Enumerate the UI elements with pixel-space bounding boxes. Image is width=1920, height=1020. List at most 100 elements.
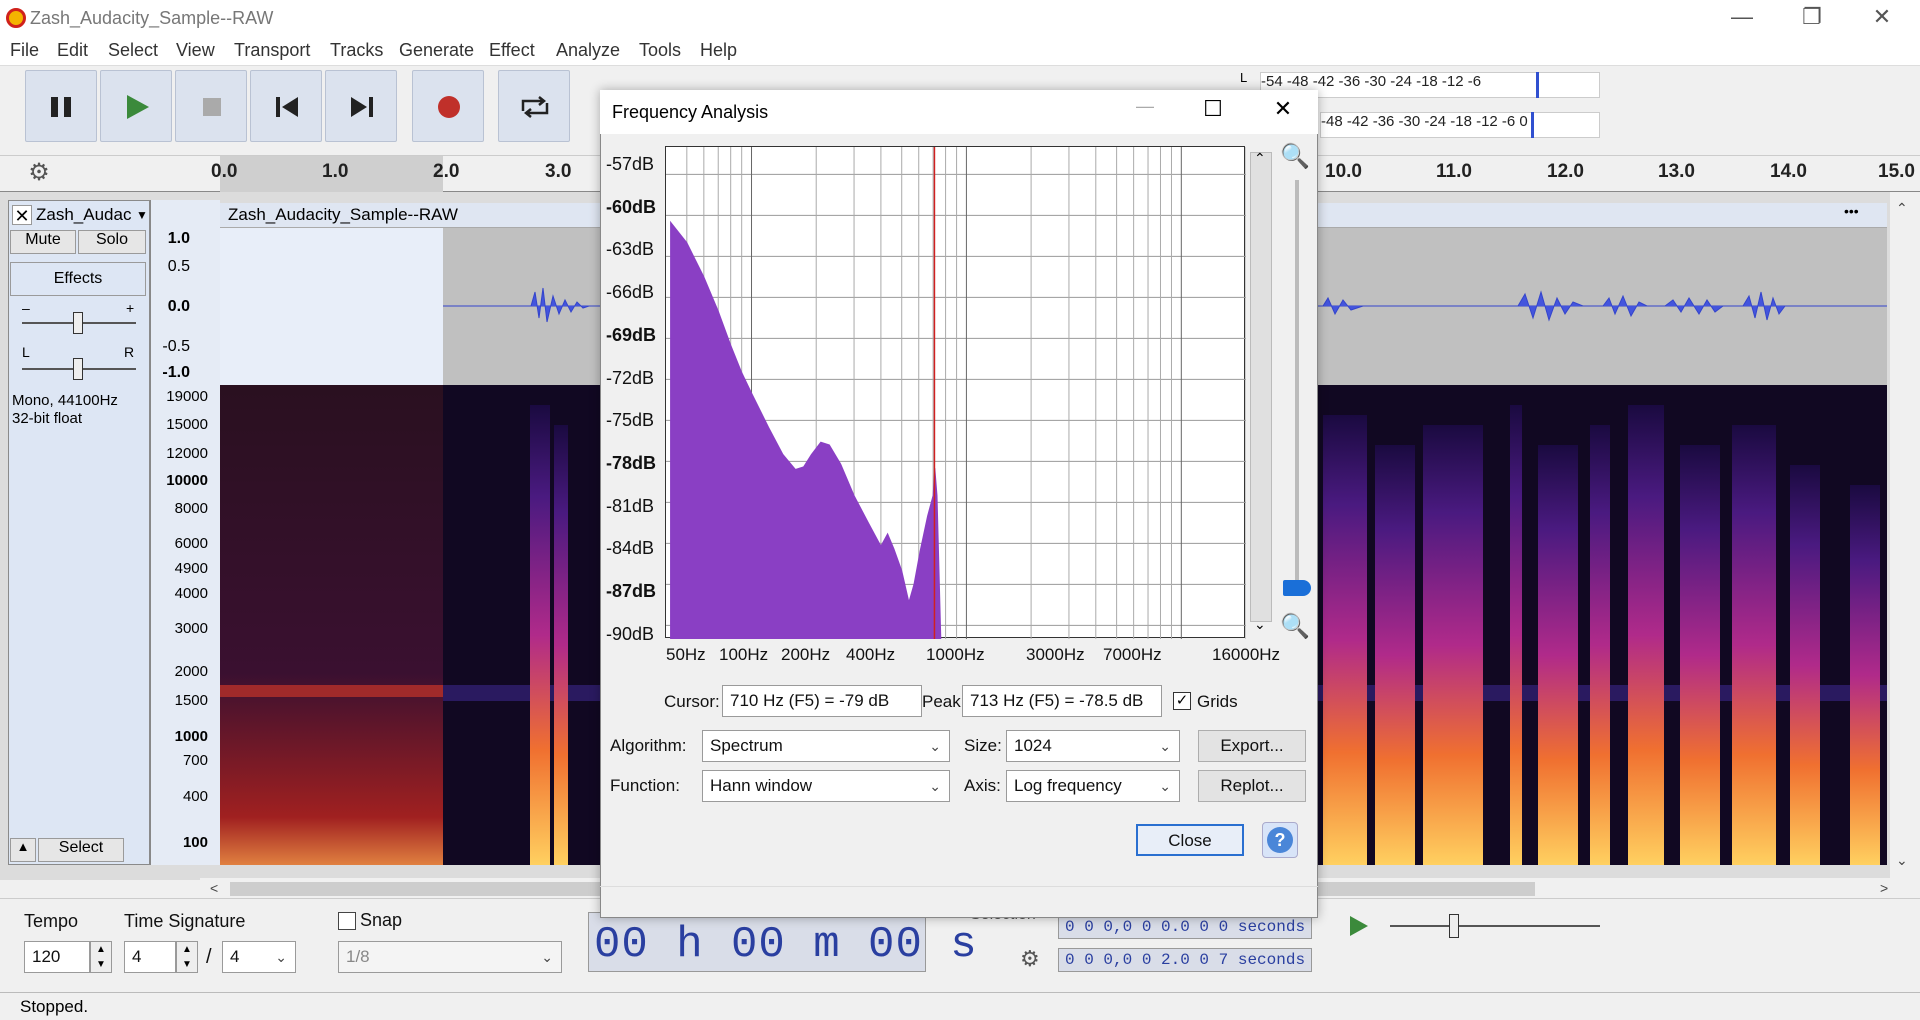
track-menu-chevron-down-icon[interactable]: ▼: [136, 208, 148, 222]
freq-scale-label: 1000: [174, 728, 208, 745]
vertical-scrollbar[interactable]: [1890, 192, 1920, 880]
pause-button[interactable]: [25, 70, 97, 142]
menu-file[interactable]: File: [10, 40, 39, 61]
pan-left-label: L: [22, 344, 30, 360]
loop-button[interactable]: [498, 70, 570, 142]
zoom-slider[interactable]: [1283, 580, 1311, 596]
hz-axis-label: 7000Hz: [1103, 645, 1162, 664]
menu-tools[interactable]: Tools: [639, 40, 681, 61]
tempo-stepper[interactable]: ▲ ▼: [90, 941, 112, 973]
close-track-icon[interactable]: ✕: [12, 205, 32, 226]
effects-button[interactable]: Effects: [10, 262, 146, 296]
menu-view[interactable]: View: [176, 40, 215, 61]
algorithm-select[interactable]: Spectrum ⌄: [702, 730, 950, 762]
ruler-label: 3.0: [545, 161, 572, 182]
freq-scale-label: 19000: [166, 388, 208, 405]
frequency-plot[interactable]: [665, 146, 1247, 640]
menu-select[interactable]: Select: [108, 40, 158, 61]
replot-button[interactable]: Replot...: [1198, 770, 1306, 802]
clip-menu-dots-icon[interactable]: •••: [1844, 203, 1859, 219]
db-axis-label: -75dB: [606, 410, 655, 431]
size-select[interactable]: 1024 ⌄: [1006, 730, 1180, 762]
wave-scale-label: 1.0: [167, 230, 190, 247]
menu-edit[interactable]: Edit: [57, 40, 88, 61]
function-select[interactable]: Hann window ⌄: [702, 770, 950, 802]
dialog-divider: [600, 886, 1318, 887]
menu-effect[interactable]: Effect: [489, 40, 535, 61]
select-track-button[interactable]: Select: [38, 838, 124, 862]
play-speed-slider[interactable]: [1449, 914, 1459, 938]
dialog-minimize-button[interactable]: —: [1130, 96, 1160, 117]
dialog-maximize-button[interactable]: ☐: [1198, 96, 1228, 122]
wave-scale-label: 0.5: [167, 258, 190, 275]
menu-analyze[interactable]: Analyze: [556, 40, 620, 61]
numerator-stepper[interactable]: ▲ ▼: [176, 941, 198, 973]
menu-help[interactable]: Help: [700, 40, 737, 61]
ruler-label: 2.0: [433, 161, 460, 182]
track-name-menu[interactable]: Zash_Audac: [36, 205, 146, 225]
hz-axis-label: 50Hz: [666, 645, 706, 664]
timeline-settings-gear-icon[interactable]: ⚙: [14, 158, 64, 188]
grids-checkbox[interactable]: ✓: [1173, 692, 1191, 710]
freq-scale-label: 400: [182, 788, 208, 805]
play-button[interactable]: [100, 70, 172, 142]
scroll-down-icon[interactable]: ⌄: [1896, 852, 1908, 869]
scroll-left-icon[interactable]: <: [210, 880, 218, 896]
collapse-track-icon[interactable]: ▲: [10, 838, 36, 862]
zoom-out-icon[interactable]: 🔍: [1280, 612, 1310, 641]
selection-end-field[interactable]: 0 0 0,0 0 2.0 0 7 seconds: [1058, 948, 1312, 972]
menu-tracks[interactable]: Tracks: [330, 40, 383, 61]
plot-scrollbar[interactable]: [1250, 152, 1272, 622]
time-signature-denominator[interactable]: 4 ⌄: [222, 941, 296, 973]
algorithm-label: Algorithm:: [610, 736, 687, 755]
selection-start-field[interactable]: 0 0 0,0 0 0.0 0 0 seconds: [1058, 915, 1312, 939]
close-button[interactable]: Close: [1136, 824, 1244, 856]
restore-button[interactable]: ❐: [1782, 0, 1842, 36]
playback-meter[interactable]: -48 -42 -36 -30 -24 -18 -12 -6 0: [1320, 112, 1600, 138]
pan-slider[interactable]: [73, 358, 83, 380]
time-signature-numerator[interactable]: 4: [124, 941, 176, 973]
axis-select[interactable]: Log frequency ⌄: [1006, 770, 1180, 802]
skip-to-end-button[interactable]: [325, 70, 397, 142]
selection-settings-gear-icon[interactable]: ⚙: [1020, 946, 1040, 972]
grids-label: Grids: [1197, 692, 1238, 711]
close-window-button[interactable]: ✕: [1852, 0, 1912, 36]
solo-button[interactable]: Solo: [78, 230, 146, 254]
ruler-label: 14.0: [1770, 161, 1807, 182]
peak-readout: 713 Hz (F5) = -78.5 dB: [962, 685, 1162, 717]
selection-end-unit: seconds: [1237, 951, 1306, 969]
dialog-close-button[interactable]: ✕: [1268, 96, 1298, 122]
spectrum-area: [670, 220, 942, 640]
selection-start-value: 0 0 0,0 0 0.0 0 0: [1065, 918, 1229, 936]
tempo-label: Tempo: [24, 911, 79, 931]
time-display-digits: 00 h 00 m 00 s: [594, 920, 978, 970]
skip-end-icon: [351, 97, 373, 117]
help-button[interactable]: ?: [1262, 822, 1298, 858]
ruler-label: 0.0: [211, 161, 238, 182]
minimize-button[interactable]: —: [1712, 0, 1772, 36]
gain-minus-label: –: [22, 300, 30, 316]
menu-transport[interactable]: Transport: [234, 40, 310, 61]
snap-checkbox[interactable]: [338, 912, 356, 930]
waveform-selection[interactable]: [220, 228, 443, 385]
plot-scroll-up-icon[interactable]: ⌃: [1254, 150, 1266, 167]
tempo-input[interactable]: 120: [24, 941, 90, 973]
play-at-speed-button[interactable]: [1340, 908, 1376, 944]
skip-to-start-button[interactable]: [250, 70, 322, 142]
snap-select[interactable]: 1/8 ⌄: [338, 941, 562, 973]
mute-button[interactable]: Mute: [10, 230, 76, 254]
freq-scale-label: 10000: [166, 472, 208, 489]
zoom-in-icon[interactable]: 🔍: [1280, 142, 1310, 171]
export-button[interactable]: Export...: [1198, 730, 1306, 762]
menu-generate[interactable]: Generate: [399, 40, 474, 61]
scroll-up-icon[interactable]: ⌃: [1896, 200, 1908, 217]
record-button[interactable]: [412, 70, 484, 142]
spectrum-graph: [666, 147, 1247, 640]
gain-slider[interactable]: [73, 312, 83, 334]
scroll-right-icon[interactable]: >: [1880, 880, 1888, 896]
freq-scale-label: 3000: [174, 620, 208, 637]
window-title: Zash_Audacity_Sample--RAW: [30, 8, 274, 28]
stop-button[interactable]: [175, 70, 247, 142]
plot-scroll-down-icon[interactable]: ⌄: [1254, 616, 1266, 633]
selection-end-value: 0 0 0,0 0 2.0 0 7: [1065, 951, 1229, 969]
